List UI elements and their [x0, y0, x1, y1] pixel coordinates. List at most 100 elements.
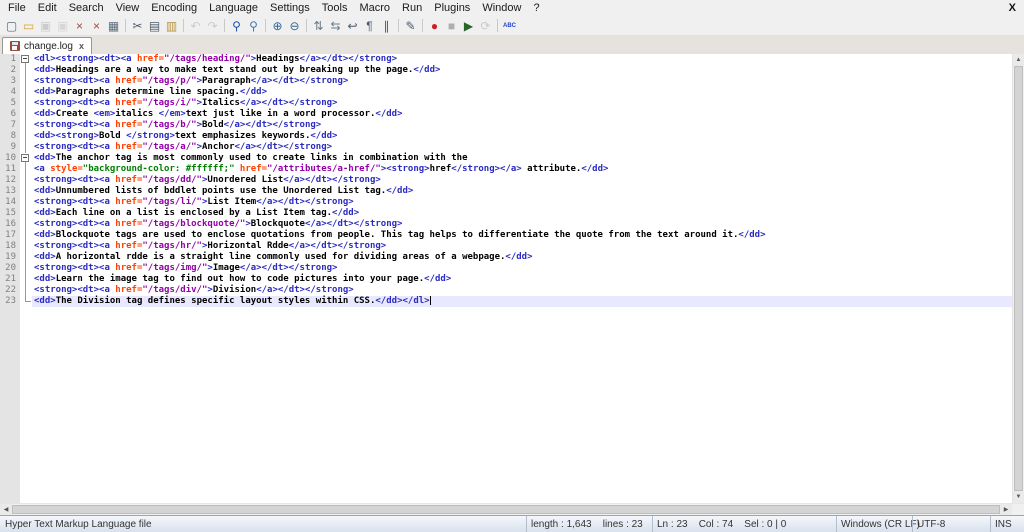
code-token: style=: [50, 164, 83, 174]
line-number: 18: [0, 241, 20, 252]
fold-collapse-icon[interactable]: [20, 54, 32, 65]
indent-guide-button[interactable]: ∥: [378, 17, 395, 34]
code-token: Unnumbered lists of bddlet points use th…: [56, 186, 387, 196]
tab-bar: change.log x: [0, 36, 1024, 54]
find-button[interactable]: ⚲: [228, 17, 245, 34]
code-line-19[interactable]: <dd>A horizontal rdde is a straight line…: [32, 252, 1012, 263]
print-button[interactable]: ▦: [105, 17, 122, 34]
menu-language[interactable]: Language: [203, 2, 264, 14]
word-wrap-button[interactable]: ↩: [344, 17, 361, 34]
menu-run[interactable]: Run: [396, 2, 428, 14]
menu-plugins[interactable]: Plugins: [428, 2, 476, 14]
horizontal-scrollbar[interactable]: ◀ ▶: [0, 503, 1024, 515]
code-line-15[interactable]: <dd>Each line on a list is enclosed by a…: [32, 208, 1012, 219]
status-insert-mode[interactable]: INS: [990, 516, 1024, 532]
code-token: "/tags/li/": [142, 197, 202, 207]
menu-macro[interactable]: Macro: [353, 2, 396, 14]
code-token: </dd>: [240, 87, 267, 97]
code-line-4[interactable]: <dd>Paragraphs determine line spacing.</…: [32, 87, 1012, 98]
scroll-left-arrow-icon[interactable]: ◀: [0, 504, 12, 515]
code-token: Division: [213, 285, 256, 295]
menu-tools[interactable]: Tools: [316, 2, 354, 14]
vertical-scrollbar[interactable]: ▲ ▼: [1012, 54, 1024, 503]
code-line-11[interactable]: <a style="background-color: #ffffff;" hr…: [32, 164, 1012, 175]
open-folder-button[interactable]: ▭: [20, 17, 37, 34]
code-line-17[interactable]: <dd>Blockquote tags are used to enclose …: [32, 230, 1012, 241]
code-line-12[interactable]: <strong><dt><a href="/tags/dd/">Unordere…: [32, 175, 1012, 186]
stop-recording-icon: ■: [448, 20, 455, 32]
fold-collapse-icon[interactable]: [20, 153, 32, 164]
menu-view[interactable]: View: [110, 2, 146, 14]
user-defined-dialog-icon: ✎: [405, 20, 415, 32]
record-macro-button[interactable]: ●: [426, 17, 443, 34]
code-line-3[interactable]: <strong><dt><a href="/tags/p/">Paragraph…: [32, 76, 1012, 87]
menu-file[interactable]: File: [2, 2, 32, 14]
status-encoding[interactable]: UTF-8: [912, 516, 990, 532]
code-token: </strong>: [126, 131, 175, 141]
code-line-10[interactable]: <dd>The anchor tag is most commonly used…: [32, 153, 1012, 164]
code-line-18[interactable]: <strong><dt><a href="/tags/hr/">Horizont…: [32, 241, 1012, 252]
close-button[interactable]: ×: [71, 17, 88, 34]
show-all-characters-button[interactable]: ¶: [361, 17, 378, 34]
code-line-2[interactable]: <dd>Headings are a way to make text stan…: [32, 65, 1012, 76]
code-line-9[interactable]: <strong><dt><a href="/tags/a/">Anchor</a…: [32, 142, 1012, 153]
sync-horizontal-scroll-button[interactable]: ⇆: [327, 17, 344, 34]
menu-window[interactable]: Window: [476, 2, 527, 14]
code-line-6[interactable]: <dd>Create <em>italics </em>text just li…: [32, 109, 1012, 120]
code-line-14[interactable]: <strong><dt><a href="/tags/li/">List Ite…: [32, 197, 1012, 208]
close-all-button[interactable]: ×: [88, 17, 105, 34]
fold-marker: [20, 252, 32, 263]
zoom-out-button[interactable]: ⊖: [286, 17, 303, 34]
scroll-down-arrow-icon[interactable]: ▼: [1013, 491, 1024, 503]
tab-close-icon[interactable]: x: [79, 41, 84, 51]
scroll-right-arrow-icon[interactable]: ▶: [1000, 504, 1012, 515]
code-line-5[interactable]: <strong><dt><a href="/tags/i/">Italics</…: [32, 98, 1012, 109]
code-line-13[interactable]: <dd>Unnumbered lists of bddlet points us…: [32, 186, 1012, 197]
code-token: <strong><dt><a: [34, 285, 115, 295]
menu-help[interactable]: ?: [527, 2, 545, 14]
undo-button: ↶: [187, 17, 204, 34]
user-defined-dialog-button[interactable]: ✎: [402, 17, 419, 34]
code-token: "/attributes/a-href/": [267, 164, 381, 174]
menu-settings[interactable]: Settings: [264, 2, 316, 14]
paste-button[interactable]: ▥: [163, 17, 180, 34]
menu-search[interactable]: Search: [63, 2, 110, 14]
horizontal-scroll-thumb[interactable]: [12, 505, 1000, 514]
code-token: </a></dt></strong>: [251, 76, 349, 86]
menu-edit[interactable]: Edit: [32, 2, 63, 14]
code-line-20[interactable]: <strong><dt><a href="/tags/img/">Image</…: [32, 263, 1012, 274]
text-area[interactable]: <dl><strong><dt><a href="/tags/heading/"…: [32, 54, 1012, 503]
code-line-21[interactable]: <dd>Learn the image tag to find out how …: [32, 274, 1012, 285]
find-icon: ⚲: [232, 20, 241, 32]
cut-button[interactable]: ✂: [129, 17, 146, 34]
playback-macro-button[interactable]: ▶: [460, 17, 477, 34]
code-line-16[interactable]: <strong><dt><a href="/tags/blockquote/">…: [32, 219, 1012, 230]
copy-button[interactable]: ▤: [146, 17, 163, 34]
code-line-23[interactable]: <dd>The Division tag defines specific la…: [32, 296, 1012, 307]
spell-check-button[interactable]: ABC: [501, 17, 518, 34]
code-line-8[interactable]: <dd><strong>Bold </strong>text emphasize…: [32, 131, 1012, 142]
code-token: "/tags/heading/": [164, 54, 251, 64]
tab-change-log[interactable]: change.log x: [2, 37, 92, 54]
menu-encoding[interactable]: Encoding: [145, 2, 203, 14]
code-line-22[interactable]: <strong><dt><a href="/tags/div/">Divisio…: [32, 285, 1012, 296]
scroll-up-arrow-icon[interactable]: ▲: [1013, 54, 1024, 66]
line-number: 16: [0, 219, 20, 230]
replace-button[interactable]: ⚲: [245, 17, 262, 34]
zoom-in-button[interactable]: ⊕: [269, 17, 286, 34]
vertical-scroll-thumb[interactable]: [1014, 66, 1023, 491]
code-token: ><strong>: [381, 164, 430, 174]
status-eol-format[interactable]: Windows (CR LF): [836, 516, 912, 532]
sync-vertical-scroll-button[interactable]: ⇅: [310, 17, 327, 34]
line-number: 12: [0, 175, 20, 186]
code-token: </em>: [159, 109, 186, 119]
new-file-button[interactable]: ▢: [3, 17, 20, 34]
stop-recording-button: ■: [443, 17, 460, 34]
code-token: "/tags/div/": [142, 285, 207, 295]
code-line-7[interactable]: <strong><dt><a href="/tags/b/">Bold</a><…: [32, 120, 1012, 131]
window-close-button[interactable]: X: [1001, 2, 1024, 14]
code-line-1[interactable]: <dl><strong><dt><a href="/tags/heading/"…: [32, 54, 1012, 65]
code-token: </a></dt></strong>: [305, 219, 403, 229]
record-macro-icon: ●: [431, 20, 438, 32]
code-token: "/tags/i/": [142, 98, 196, 108]
